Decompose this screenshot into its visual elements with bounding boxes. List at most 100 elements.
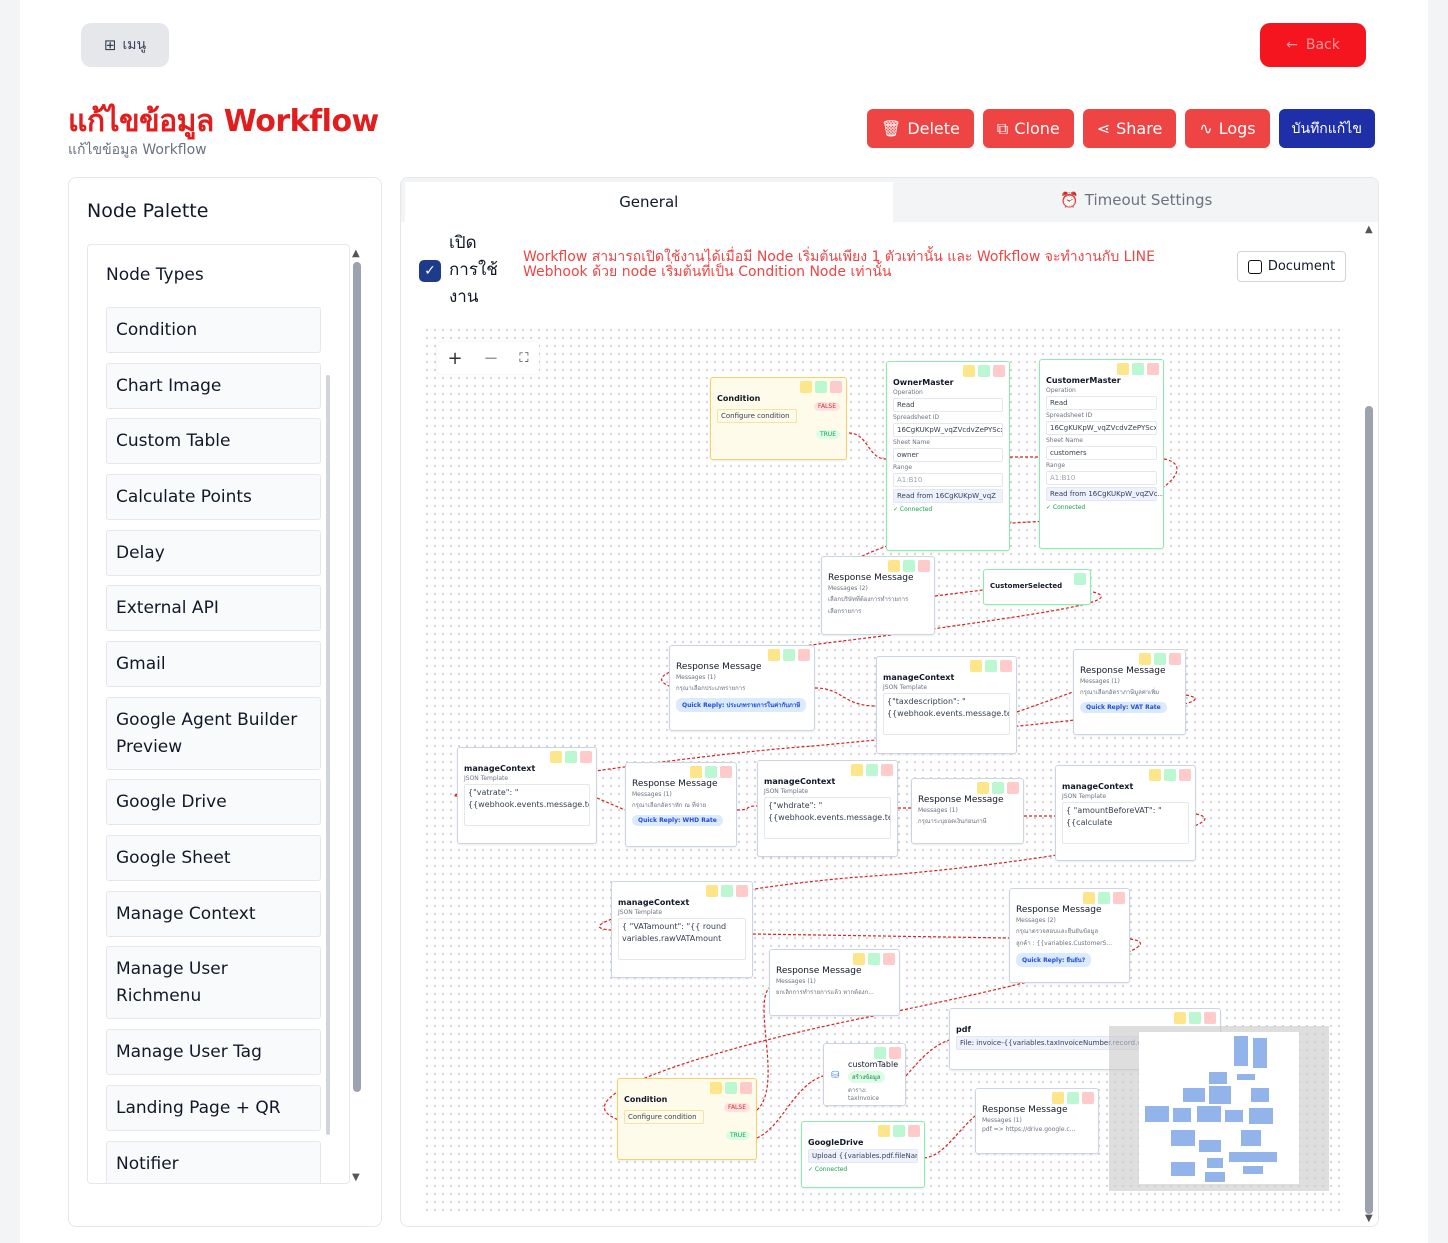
range-input[interactable]: A1:B10 [893, 473, 1003, 487]
duplicate-icon[interactable] [1098, 892, 1110, 904]
delete-icon[interactable] [798, 649, 810, 661]
duplicate-icon[interactable] [725, 1082, 737, 1094]
expand-icon[interactable] [977, 782, 989, 794]
document-button[interactable]: Document [1237, 251, 1346, 282]
condition-node[interactable]: Condition Configure condition FALSE TRUE [617, 1078, 757, 1160]
palette-item[interactable]: Landing Page + QR [106, 1085, 321, 1131]
palette-item[interactable]: Condition [106, 307, 321, 353]
duplicate-icon[interactable] [893, 1125, 905, 1137]
duplicate-icon[interactable] [705, 766, 717, 778]
duplicate-icon[interactable] [866, 764, 878, 776]
json-template-textarea[interactable]: { "amountBeforeVAT": "{{calculate [1062, 802, 1189, 844]
google-drive-node[interactable]: GoogleDrive Upload {{variables.pdf.fileN… [801, 1121, 925, 1188]
checkbox-checked-icon[interactable]: ✓ [419, 259, 441, 282]
palette-item[interactable]: Calculate Points [106, 474, 321, 520]
scroll-up-icon[interactable]: ▲ [352, 248, 360, 259]
response-message-node[interactable]: Response Message Messages (1) กรุณาเลือก… [1073, 649, 1186, 735]
palette-item[interactable]: Google Sheet [106, 835, 321, 881]
expand-icon[interactable] [1052, 1092, 1064, 1104]
expand-icon[interactable] [706, 885, 718, 897]
delete-icon[interactable] [1179, 769, 1191, 781]
manage-context-node[interactable]: manageContext JSON Template { "VATamount… [611, 881, 753, 978]
delete-icon[interactable] [1147, 363, 1159, 375]
custom-table-node[interactable]: customTable ⛁ สร้างข้อมูล ตาราง: taxInvo… [823, 1043, 906, 1106]
spreadsheet-id-input[interactable]: 16CgKUKpW_vqZVcdvZePYScxitZj [1046, 421, 1157, 435]
expand-icon[interactable] [970, 660, 982, 672]
zoom-in-icon[interactable]: + [447, 348, 462, 369]
editor-scrollbar[interactable] [1365, 406, 1373, 1214]
expand-icon[interactable] [888, 560, 900, 572]
palette-item[interactable]: Gmail [106, 641, 321, 687]
tab-general[interactable]: General [405, 182, 893, 222]
duplicate-icon[interactable] [868, 953, 880, 965]
delete-icon[interactable] [1169, 653, 1181, 665]
palette-item[interactable]: Google Agent Builder Preview [106, 697, 321, 770]
expand-icon[interactable] [1117, 363, 1129, 375]
delete-button[interactable]: 🗑 Delete [867, 109, 974, 148]
palette-item[interactable]: Manage User Tag [106, 1029, 321, 1075]
expand-icon[interactable] [710, 1082, 722, 1094]
delete-icon[interactable] [993, 365, 1005, 377]
duplicate-icon[interactable] [1067, 1092, 1079, 1104]
expand-icon[interactable] [1083, 892, 1095, 904]
delete-icon[interactable] [830, 381, 842, 393]
expand-icon[interactable] [550, 751, 562, 763]
expand-icon[interactable] [768, 649, 780, 661]
sheet-name-input[interactable]: customers [1046, 446, 1157, 460]
palette-item[interactable]: Manage User Richmenu [106, 946, 321, 1019]
upload-field[interactable]: Upload {{variables.pdf.fileNam... [808, 1149, 918, 1163]
response-message-node[interactable]: Response Message Messages (2) กรุณาตรวจส… [1009, 888, 1130, 983]
palette-item[interactable]: Chart Image [106, 363, 321, 409]
delete-icon[interactable] [580, 751, 592, 763]
scroll-down-icon[interactable]: ▼ [352, 1172, 360, 1183]
palette-item[interactable]: Delay [106, 530, 321, 576]
operation-select[interactable]: Read [1046, 396, 1157, 410]
palette-item[interactable]: Manage Context [106, 891, 321, 937]
palette-item[interactable]: Notifier [106, 1141, 321, 1183]
expand-icon[interactable] [1139, 653, 1151, 665]
palette-item[interactable]: External API [106, 585, 321, 631]
duplicate-icon[interactable] [565, 751, 577, 763]
duplicate-icon[interactable] [1154, 653, 1166, 665]
duplicate-icon[interactable] [1132, 363, 1144, 375]
delete-icon[interactable] [1007, 782, 1019, 794]
palette-item[interactable]: Custom Table [106, 418, 321, 464]
expand-icon[interactable] [963, 365, 975, 377]
expand-icon[interactable] [1174, 1012, 1186, 1024]
palette-item[interactable]: Google Drive [106, 779, 321, 825]
duplicate-icon[interactable] [874, 1047, 886, 1059]
operation-select[interactable]: Read [893, 398, 1003, 412]
condition-node[interactable]: Condition Configure condition FALSE TRUE [710, 377, 847, 460]
range-input[interactable]: A1:B10 [1046, 471, 1157, 485]
response-message-node[interactable]: Response Message Messages (2) เลือกบริษั… [821, 556, 935, 635]
workflow-canvas[interactable]: + − ⛶ Condition Configure condition FALS… [423, 326, 1343, 1212]
delete-icon[interactable] [720, 766, 732, 778]
sheet-name-input[interactable]: owner [893, 448, 1003, 462]
response-message-node[interactable]: Response Message Messages (1) กรุณาเลือก… [625, 762, 737, 847]
duplicate-icon[interactable] [1189, 1012, 1201, 1024]
expand-icon[interactable] [878, 1125, 890, 1137]
delete-icon[interactable] [1113, 892, 1125, 904]
google-sheet-node[interactable]: CustomerSelected [983, 569, 1091, 605]
expand-icon[interactable] [1149, 769, 1161, 781]
duplicate-icon[interactable] [985, 660, 997, 672]
save-button[interactable]: บันทึกแก้ไข [1278, 109, 1375, 148]
manage-context-node[interactable]: manageContext JSON Template {"whdrate": … [757, 760, 898, 857]
manage-context-node[interactable]: manageContext JSON Template {"vatrate": … [457, 747, 597, 844]
json-template-textarea[interactable]: {"whdrate": "{{webhook.events.message.te… [764, 797, 891, 839]
expand-icon[interactable] [851, 764, 863, 776]
expand-icon[interactable] [800, 381, 812, 393]
response-message-node[interactable]: Response Message Messages (1) กรุณาเลือก… [669, 645, 815, 731]
logs-button[interactable]: ∿ Logs [1185, 109, 1270, 148]
delete-icon[interactable] [881, 764, 893, 776]
manage-context-node[interactable]: manageContext JSON Template {"taxdescrip… [876, 656, 1017, 754]
delete-icon[interactable] [1082, 1092, 1094, 1104]
delete-icon[interactable] [740, 1082, 752, 1094]
duplicate-icon[interactable] [783, 649, 795, 661]
delete-icon[interactable] [883, 953, 895, 965]
duplicate-icon[interactable] [721, 885, 733, 897]
duplicate-icon[interactable] [992, 782, 1004, 794]
scroll-down-icon[interactable]: ▼ [1365, 1213, 1373, 1224]
expand-icon[interactable] [1074, 573, 1086, 585]
json-template-textarea[interactable]: {"vatrate": "{{webhook.events.message.te… [464, 784, 590, 826]
